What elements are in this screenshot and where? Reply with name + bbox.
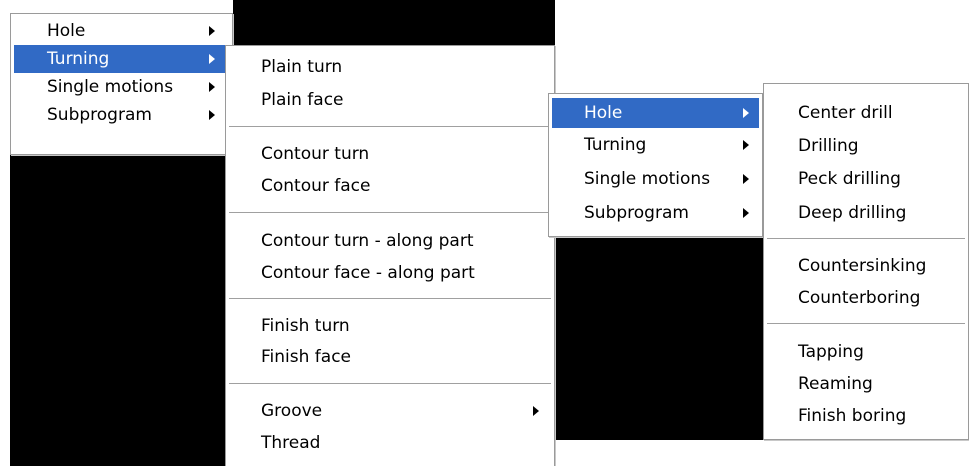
submenu-arrow-icon: [209, 54, 215, 64]
menu-item-counterboring[interactable]: Counterboring: [767, 284, 965, 312]
menu-item-contour-face[interactable]: Contour face: [229, 172, 551, 200]
menu-item-hole[interactable]: Hole: [14, 17, 229, 45]
submenu-arrow-icon: [209, 82, 215, 92]
backdrop-left: [233, 0, 555, 45]
submenu-arrow-icon: [743, 208, 749, 218]
menu-item-hole[interactable]: Hole: [552, 98, 759, 128]
menu-item-reaming[interactable]: Reaming: [767, 370, 965, 398]
menu-item-plain-face[interactable]: Plain face: [229, 86, 551, 114]
menu-item-contour-turn-along-part[interactable]: Contour turn - along part: [229, 227, 551, 255]
menu-separator: [229, 212, 551, 214]
menu-item-single-motions[interactable]: Single motions: [14, 73, 229, 101]
submenu-arrow-icon: [743, 108, 749, 118]
menu-item-peck-drilling[interactable]: Peck drilling: [767, 165, 965, 193]
menu-item-groove[interactable]: Groove: [229, 397, 551, 425]
submenu-arrow-icon: [533, 406, 539, 416]
menu-separator: [229, 298, 551, 300]
menu-item-subprogram[interactable]: Subprogram: [552, 198, 759, 228]
menu-separator: [767, 323, 965, 325]
submenu-arrow-icon: [209, 110, 215, 120]
menu-item-subprogram[interactable]: Subprogram: [14, 101, 229, 129]
menu-item-center-drill[interactable]: Center drill: [767, 99, 965, 127]
menu-item-thread[interactable]: Thread: [229, 429, 551, 457]
menu-item-plain-turn[interactable]: Plain turn: [229, 53, 551, 81]
menu-item-tapping[interactable]: Tapping: [767, 338, 965, 366]
menu-item-drilling[interactable]: Drilling: [767, 132, 965, 160]
menu-item-countersinking[interactable]: Countersinking: [767, 252, 965, 280]
context-menu-right: Hole Turning Single motions Subprogram: [548, 93, 763, 237]
menu-item-deep-drilling[interactable]: Deep drilling: [767, 199, 965, 227]
hole-submenu: Center drill Drilling Peck drilling Deep…: [763, 83, 969, 440]
menu-item-single-motions[interactable]: Single motions: [552, 164, 759, 194]
turning-submenu: Plain turn Plain face Contour turn Conto…: [225, 45, 555, 466]
menu-item-turning[interactable]: Turning: [552, 130, 759, 160]
menu-separator: [767, 238, 965, 240]
backdrop-right: [548, 237, 763, 440]
submenu-arrow-icon: [743, 174, 749, 184]
submenu-arrow-icon: [743, 140, 749, 150]
menu-item-contour-turn[interactable]: Contour turn: [229, 140, 551, 168]
submenu-arrow-icon: [209, 26, 215, 36]
menu-item-finish-boring[interactable]: Finish boring: [767, 402, 965, 430]
menu-item-finish-face[interactable]: Finish face: [229, 343, 551, 371]
menu-item-contour-face-along-part[interactable]: Contour face - along part: [229, 259, 551, 287]
menu-separator: [229, 126, 551, 128]
backdrop-left-lower: [10, 155, 225, 466]
context-menu-left: Hole Turning Single motions Subprogram: [10, 13, 233, 155]
menu-item-finish-turn[interactable]: Finish turn: [229, 312, 551, 340]
menu-item-turning[interactable]: Turning: [14, 45, 229, 73]
menu-separator: [229, 383, 551, 385]
